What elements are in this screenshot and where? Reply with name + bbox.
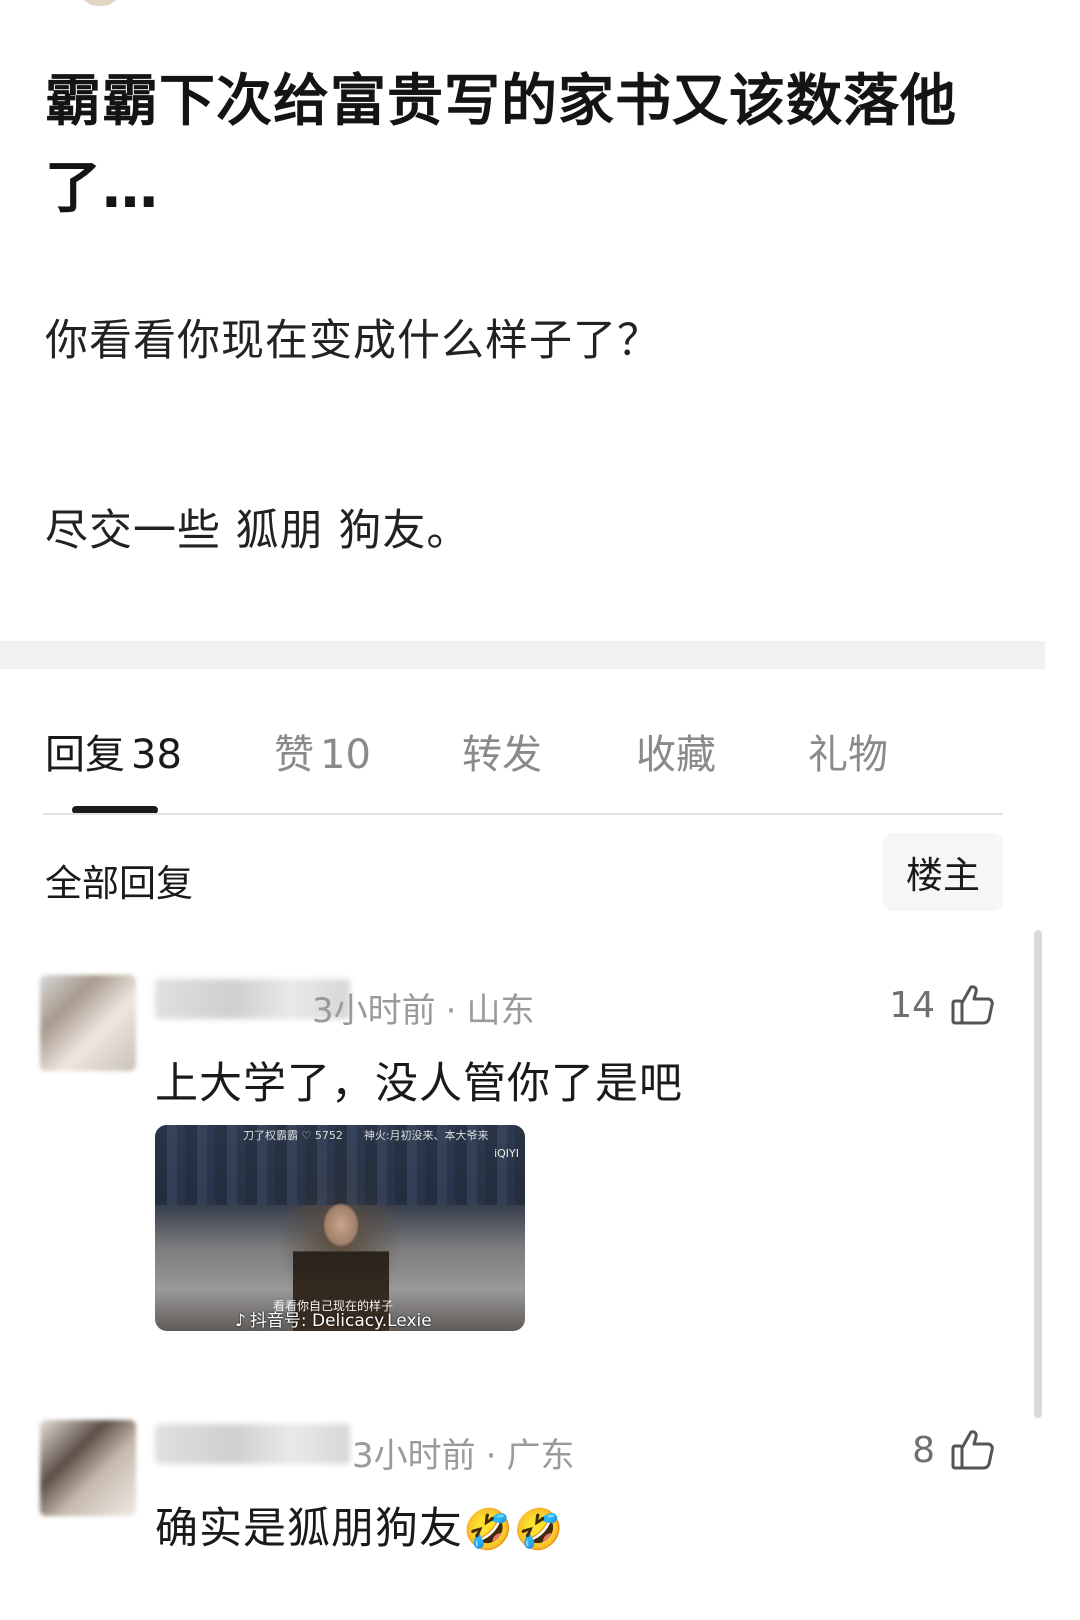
video-top-text: 刀了权霸霸 ♡ 5752 神火:月初没来、本大爷来 [243, 1127, 489, 1143]
comment-location: 广东 [506, 1436, 575, 1476]
tab-gifts[interactable]: 礼物 [808, 722, 888, 780]
avatar[interactable] [40, 975, 136, 1071]
video-thumbnail[interactable]: 刀了权霸霸 ♡ 5752 神火:月初没来、本大爷来 iQIYI 看看你自己现在的… [155, 1125, 525, 1331]
tab-bar: 回复 38 赞 10 转发 收藏 礼物 [0, 722, 1045, 782]
comment-meta: 3小时前 · 广东 [352, 1428, 574, 1477]
watermark-text: 抖音号: Delicacy.Lexie [249, 1311, 432, 1331]
tab-label: 转发 [462, 732, 542, 778]
comment-text: 上大学了，没人管你了是吧 [155, 1059, 683, 1109]
tab-label: 收藏 [636, 732, 716, 778]
laughing-emoji-icon: 🤣 [463, 1507, 514, 1553]
tab-likes[interactable]: 赞 10 [274, 722, 371, 780]
video-top-left-text: 刀了权霸霸 ♡ 5752 [243, 1129, 343, 1142]
like-count: 14 [889, 984, 935, 1026]
comment-time: 3小时前 [352, 1436, 476, 1476]
video-top-right-text: 神火:月初没来、本大爷来 [363, 1129, 489, 1142]
post-body-line: 你看看你现在变成什么样子了？ [45, 316, 661, 366]
username-blurred[interactable] [155, 1424, 350, 1464]
previous-avatar-edge [78, 0, 122, 6]
laughing-emoji-icon: 🤣 [513, 1507, 565, 1553]
video-watermark: ♪ 抖音号: Delicacy.Lexie [235, 1306, 432, 1331]
thumbs-up-icon [949, 1426, 997, 1474]
all-replies-label: 全部回复 [45, 862, 193, 905]
tab-label: 回复 [45, 732, 125, 778]
op-only-button[interactable]: 楼主 [883, 833, 1003, 911]
video-brand-logo: iQIYI [494, 1147, 519, 1160]
tab-reposts[interactable]: 转发 [462, 722, 542, 780]
tab-replies[interactable]: 回复 38 [45, 722, 182, 780]
section-divider [0, 641, 1045, 669]
tab-bar-divider [43, 813, 1003, 815]
like-count: 8 [912, 1429, 935, 1471]
comment-text: 确实是狐朋狗友🤣🤣 [155, 1494, 565, 1556]
tiktok-icon: ♪ [235, 1311, 246, 1331]
comment-text-body: 确实是狐朋狗友 [155, 1504, 463, 1554]
tab-label: 礼物 [808, 732, 888, 778]
meta-separator: · [485, 1436, 497, 1476]
tab-count: 38 [131, 732, 182, 778]
avatar[interactable] [40, 1420, 136, 1516]
comment-item: 3小时前 · 广东 8 确实是狐朋狗友🤣🤣 [0, 1420, 1045, 1568]
comment-item: 3小时前 · 山东 14 上大学了，没人管你了是吧 刀了权霸霸 ♡ 5752 神火:… [0, 975, 1045, 1355]
comment-meta: 3小时前 · 山东 [312, 983, 534, 1032]
tab-favorites[interactable]: 收藏 [636, 722, 716, 780]
post-body-line: 尽交一些 狐朋 狗友。 [45, 506, 471, 556]
tab-count: 10 [320, 732, 371, 778]
post-title: 霸霸下次给富贵写的家书又该数落他了… [45, 69, 957, 221]
like-button[interactable]: 14 [889, 981, 997, 1029]
meta-separator: · [445, 991, 457, 1031]
comment-time: 3小时前 [312, 991, 436, 1031]
comment-location: 山东 [466, 991, 535, 1031]
tab-label: 赞 [274, 732, 314, 778]
thumbs-up-icon [949, 981, 997, 1029]
like-button[interactable]: 8 [912, 1426, 997, 1474]
